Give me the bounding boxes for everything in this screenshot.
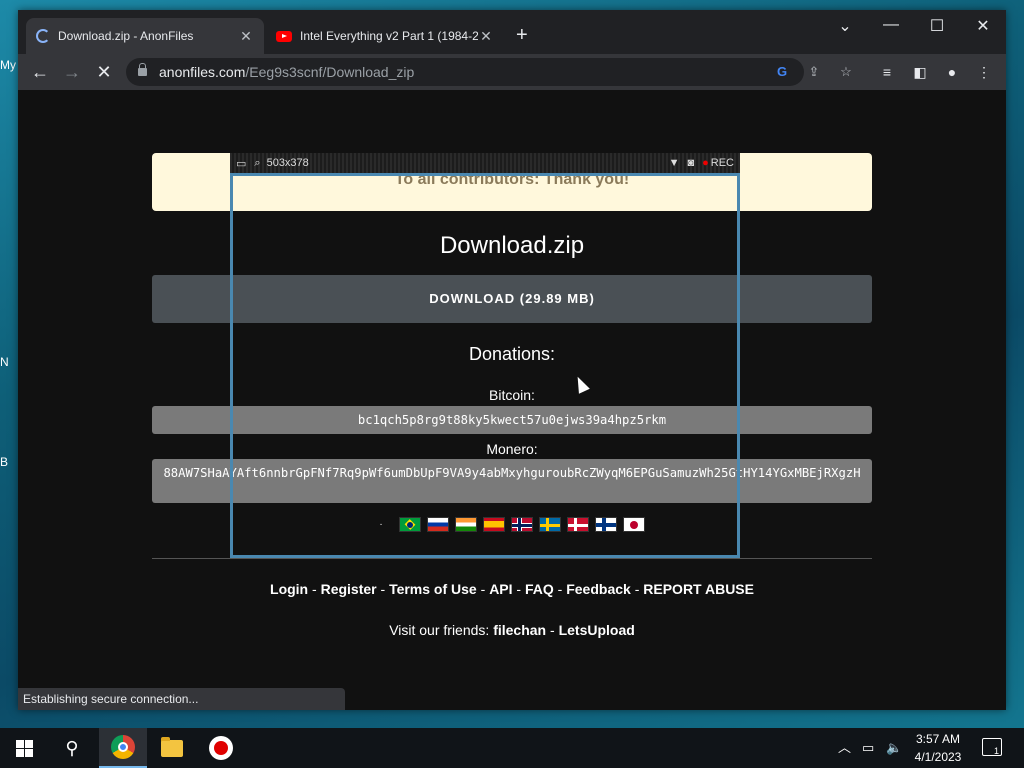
donations-heading: Donations: <box>468 344 556 364</box>
file-title: Download.zip <box>439 232 585 259</box>
api-link[interactable]: API <box>489 581 512 597</box>
lock-icon[interactable] <box>138 63 147 76</box>
divider <box>152 558 872 559</box>
denmark-flag-icon[interactable] <box>566 517 589 532</box>
back-button[interactable]: ← <box>28 60 52 84</box>
monero-address[interactable]: 88AW7SHaAYAft6nnbrGpFNf7Rq9pWf6umDbUpF9V… <box>152 459 872 503</box>
tray-chevron-icon[interactable]: ︿ <box>838 728 851 768</box>
brazil-flag-icon[interactable] <box>398 517 421 532</box>
status-bar: Establishing secure connection... <box>18 688 345 710</box>
download-button[interactable]: DOWNLOAD (29.89 MB) <box>152 275 872 323</box>
chrome-icon <box>111 735 135 759</box>
search-button[interactable]: ⚲ <box>48 728 96 768</box>
new-tab-button[interactable]: + <box>516 24 528 46</box>
record-icon <box>209 736 233 760</box>
close-tab-icon[interactable]: ✕ <box>238 28 254 45</box>
profile-icon[interactable]: ● <box>940 60 964 84</box>
norway-flag-icon[interactable] <box>510 517 533 532</box>
recorder-taskbar-button[interactable] <box>197 728 245 768</box>
menu-icon[interactable]: ⋮ <box>972 60 996 84</box>
close-window-button[interactable]: ✕ <box>968 16 998 36</box>
taskbar: ⚲ ︿ ▭ 🔈 3:57 AM 4/1/2023 1 <box>0 728 1024 768</box>
browser-window: Download.zip - AnonFiles ✕ Intel Everyth… <box>18 10 1006 710</box>
minimize-button[interactable]: — <box>876 16 906 34</box>
monero-label: Monero: <box>486 441 538 457</box>
language-flags: · <box>152 517 872 532</box>
bookmark-star-icon[interactable]: ☆ <box>836 62 856 82</box>
footer-links: Login - Register - Terms of Use - API - … <box>270 581 754 597</box>
report-abuse-link[interactable]: REPORT ABUSE <box>643 581 754 597</box>
tab-anonfiles[interactable]: Download.zip - AnonFiles ✕ <box>26 18 264 54</box>
tab-strip: Download.zip - AnonFiles ✕ Intel Everyth… <box>18 10 1006 54</box>
share-icon[interactable]: ⇪ <box>804 62 824 82</box>
clock-date: 4/1/2023 <box>914 750 962 764</box>
friends-prefix: Visit our friends: <box>389 622 490 638</box>
english-link[interactable]: · <box>379 519 382 530</box>
desktop-icon-label[interactable]: B <box>0 455 18 469</box>
file-explorer-button[interactable] <box>148 728 196 768</box>
bitcoin-label: Bitcoin: <box>489 387 535 403</box>
sweden-flag-icon[interactable] <box>538 517 561 532</box>
bitcoin-address[interactable]: bc1qch5p8rg9t88ky5kwect57u0ejws39a4hpz5r… <box>152 406 872 434</box>
tab-search-icon[interactable]: ⌄ <box>830 16 860 36</box>
letsupload-link[interactable]: LetsUpload <box>559 622 635 638</box>
login-link[interactable]: Login <box>270 581 308 597</box>
india-flag-icon[interactable] <box>454 517 477 532</box>
filechan-link[interactable]: filechan <box>493 622 546 638</box>
search-icon: ⚲ <box>65 737 79 758</box>
address-bar[interactable]: anonfiles.com/Eeg9s3scnf/Download_zip G … <box>126 58 852 86</box>
media-queue-icon[interactable]: ≡ <box>875 60 899 84</box>
feedback-link[interactable]: Feedback <box>566 581 631 597</box>
contributors-banner: To all contributors: Thank you! <box>152 153 872 211</box>
desktop-icon-label[interactable]: N <box>0 355 18 369</box>
folder-icon <box>161 736 183 757</box>
faq-link[interactable]: FAQ <box>525 581 554 597</box>
spain-flag-icon[interactable] <box>482 517 505 532</box>
youtube-icon <box>276 30 292 42</box>
register-link[interactable]: Register <box>321 581 377 597</box>
japan-flag-icon[interactable] <box>622 517 645 532</box>
notification-count: 1 <box>993 746 999 756</box>
forward-button[interactable]: → <box>60 60 84 84</box>
page-content: To all contributors: Thank you! Download… <box>18 90 1006 710</box>
tab-youtube[interactable]: Intel Everything v2 Part 1 (1984-2 ✕ <box>266 18 504 54</box>
finland-flag-icon[interactable] <box>594 517 617 532</box>
volume-icon[interactable]: 🔈 <box>886 728 902 768</box>
clock[interactable]: 3:57 AM 4/1/2023 <box>908 730 968 766</box>
russia-flag-icon[interactable] <box>426 517 449 532</box>
clock-time: 3:57 AM <box>915 732 961 746</box>
google-lens-icon[interactable]: G <box>772 62 792 82</box>
browser-toolbar: ← → ✕ anonfiles.com/Eeg9s3scnf/Download_… <box>18 54 1006 90</box>
network-icon[interactable]: ▭ <box>862 728 874 768</box>
close-tab-icon[interactable]: ✕ <box>478 28 494 45</box>
start-button[interactable] <box>0 728 48 768</box>
loading-spinner-icon <box>36 29 50 43</box>
url-domain: anonfiles.com <box>159 64 246 80</box>
maximize-button[interactable]: ☐ <box>922 16 952 36</box>
side-panel-icon[interactable]: ◧ <box>908 60 932 84</box>
desktop-icon-label[interactable]: My <box>0 58 18 72</box>
tab-title: Download.zip - AnonFiles <box>58 29 194 43</box>
terms-link[interactable]: Terms of Use <box>389 581 477 597</box>
windows-icon <box>15 739 33 757</box>
stop-button[interactable]: ✕ <box>92 60 116 84</box>
friends-line: Visit our friends: filechan - LetsUpload <box>389 622 635 638</box>
tab-title: Intel Everything v2 Part 1 (1984-2 <box>300 29 478 43</box>
url-path: /Eeg9s3scnf/Download_zip <box>245 64 415 80</box>
chrome-taskbar-button[interactable] <box>99 728 147 768</box>
notification-icon[interactable]: 1 <box>982 738 1002 756</box>
